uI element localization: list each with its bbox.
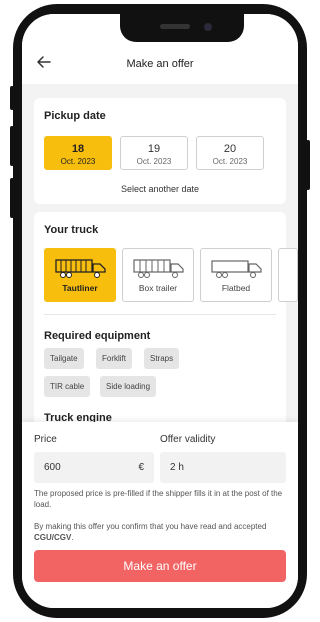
date-day: 18: [71, 143, 85, 155]
date-option-19[interactable]: 19 Oct. 2023: [120, 136, 188, 170]
page-title: Make an offer: [126, 58, 194, 70]
speaker: [160, 24, 190, 29]
date-option-20[interactable]: 20 Oct. 2023: [196, 136, 264, 170]
pickup-date-title: Pickup date: [44, 110, 106, 122]
tautliner-truck-icon: [55, 259, 106, 278]
truck-option-flatbed[interactable]: Flatbed: [200, 248, 272, 302]
truck-option-more[interactable]: [278, 248, 298, 302]
truck-option-label: Tautliner: [62, 283, 98, 293]
offer-sheet: Price Offer validity 600 € 2 h The propo…: [22, 422, 298, 608]
price-label: Price: [34, 434, 57, 445]
date-day: 20: [223, 143, 237, 155]
offer-validity-value: 2 h: [170, 462, 184, 473]
select-another-date-link[interactable]: Select another date: [34, 184, 286, 194]
divider: [44, 314, 276, 315]
date-day: 19: [147, 143, 161, 155]
truck-option-box-trailer[interactable]: Box trailer: [122, 248, 194, 302]
equipment-chip-tailgate[interactable]: Tailgate: [44, 348, 84, 369]
price-value: 600: [44, 462, 61, 473]
date-month: Oct. 2023: [136, 157, 172, 166]
equipment-chip-side-loading[interactable]: Side loading: [100, 376, 157, 397]
price-note: The proposed price is pre-filled if the …: [34, 489, 283, 509]
make-offer-button[interactable]: Make an offer: [34, 550, 286, 582]
equipment-chip-forklift[interactable]: Forklift: [96, 348, 132, 369]
front-camera: [204, 23, 212, 31]
offer-validity-input[interactable]: 2 h: [160, 452, 286, 483]
equipment-chip-straps[interactable]: Straps: [144, 348, 180, 369]
your-truck-title: Your truck: [44, 224, 99, 236]
terms-suffix: .: [71, 533, 74, 542]
box-trailer-truck-icon: [133, 259, 184, 278]
offer-validity-label: Offer validity: [160, 434, 216, 445]
date-option-18[interactable]: 18 Oct. 2023: [44, 136, 112, 170]
date-month: Oct. 2023: [212, 157, 248, 166]
pickup-date-card: Pickup date 18 Oct. 2023 19 Oct. 2023 20…: [34, 98, 286, 204]
flatbed-truck-icon: [211, 260, 262, 278]
terms-note: By making this offer you confirm that yo…: [34, 521, 286, 543]
currency-symbol: €: [138, 462, 144, 473]
price-input[interactable]: 600 €: [34, 452, 154, 483]
terms-text: By making this offer you confirm that yo…: [34, 522, 267, 531]
app-screen: Make an offer Pickup date 18 Oct. 2023 1…: [22, 14, 298, 608]
truck-option-label: Flatbed: [221, 283, 251, 293]
truck-card: Your truck Tautliner Box trailer Flatbed…: [34, 212, 298, 432]
truck-option-label: Box trailer: [138, 283, 178, 293]
terms-link[interactable]: CGU/CGV: [34, 533, 71, 542]
required-equipment-title: Required equipment: [44, 330, 151, 342]
phone-notch: [120, 14, 244, 42]
equipment-chip-tir-cable[interactable]: TIR cable: [44, 376, 91, 397]
date-month: Oct. 2023: [60, 157, 96, 166]
truck-option-tautliner[interactable]: Tautliner: [44, 248, 116, 302]
